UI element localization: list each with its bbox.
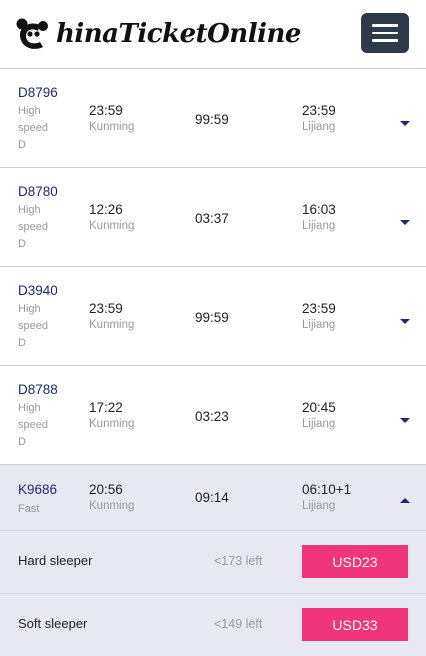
train-type: High speed D <box>18 303 48 349</box>
duration: 99:59 <box>195 310 229 325</box>
arrival-city: Lijiang <box>302 418 336 430</box>
duration: 03:23 <box>195 409 229 424</box>
train-row[interactable]: D8796 High speed D 23:59 Kunming 99:59 23:… <box>0 69 426 168</box>
train-number: D3940 <box>18 283 58 298</box>
arrival-city: Lijiang <box>302 319 336 331</box>
chevron-down-icon[interactable] <box>400 319 410 324</box>
departure-time: 23:59 <box>89 301 123 316</box>
departure: 12:26 Kunming <box>89 202 134 232</box>
seats-remaining: <149 left <box>214 617 263 631</box>
arrival-time: 06:10+1 <box>302 482 352 497</box>
arrival-time: 16:03 <box>302 202 336 217</box>
seat-class: Soft sleeper <box>18 616 88 631</box>
train-type: High speed D <box>18 204 48 250</box>
departure-time: 12:26 <box>89 202 123 217</box>
departure-time: 17:22 <box>89 400 123 415</box>
arrival-city: Lijiang <box>302 220 336 232</box>
chevron-down-icon[interactable] <box>400 121 410 126</box>
departure-city: Kunming <box>89 220 135 232</box>
train-type: High speed D <box>18 105 48 151</box>
price-button[interactable]: USD33 <box>302 608 408 641</box>
train-number: D8796 <box>18 85 58 100</box>
arrival: 23:59 Lijiang <box>302 301 336 331</box>
seat-class: Hard sleeper <box>18 553 93 568</box>
departure-city: Kunming <box>89 500 135 512</box>
arrival: 20:45 Lijiang <box>302 400 336 430</box>
train-row[interactable]: D3940 High speed D 23:59 Kunming 99:59 23:… <box>0 267 426 366</box>
site-header: hinaTicketOnline <box>0 0 426 69</box>
arrival-time: 23:59 <box>302 301 336 316</box>
arrival: 06:10+1 Lijiang <box>302 482 351 512</box>
departure: 20:56 Kunming <box>89 482 134 512</box>
arrival-city: Lijiang <box>302 500 336 512</box>
train-type: Fast <box>18 503 40 515</box>
departure-time: 23:59 <box>89 103 123 118</box>
price-button[interactable]: USD23 <box>302 545 408 578</box>
departure-city: Kunming <box>89 121 135 133</box>
seats-remaining: <173 left <box>214 554 263 568</box>
duration: 99:59 <box>195 112 229 127</box>
departure: 17:22 Kunming <box>89 400 134 430</box>
duration: 03:37 <box>195 211 229 226</box>
arrival: 16:03 Lijiang <box>302 202 336 232</box>
arrival: 23:59 Lijiang <box>302 103 336 133</box>
train-type: High speed D <box>18 402 48 448</box>
departure-city: Kunming <box>89 319 135 331</box>
arrival-time: 23:59 <box>302 103 336 118</box>
site-logo[interactable]: hinaTicketOnline <box>16 14 301 54</box>
train-number: D8780 <box>18 184 58 199</box>
arrival-time: 20:45 <box>302 400 336 415</box>
departure-city: Kunming <box>89 418 135 430</box>
train-row-expanded[interactable]: K9686 Fast 20:56 Kunming 09:14 06:10+1 L… <box>0 465 426 530</box>
train-number: K9686 <box>18 482 58 497</box>
arrival-city: Lijiang <box>302 121 336 133</box>
duration: 09:14 <box>195 490 229 505</box>
train-row[interactable]: D8788 High speed D 17:22 Kunming 03:23 20:… <box>0 366 426 465</box>
chevron-down-icon[interactable] <box>400 220 410 225</box>
train-number: D8788 <box>18 382 58 397</box>
seat-option: Soft sleeper <149 left USD33 <box>0 593 426 656</box>
menu-button[interactable] <box>361 13 409 53</box>
logo-text: hinaTicketOnline <box>56 19 301 49</box>
chevron-up-icon[interactable] <box>400 498 410 503</box>
seat-option: Hard sleeper <173 left USD23 <box>0 530 426 593</box>
departure: 23:59 Kunming <box>89 103 134 133</box>
chevron-down-icon[interactable] <box>400 418 410 423</box>
panda-icon <box>16 18 48 49</box>
departure-time: 20:56 <box>89 482 123 497</box>
departure: 23:59 Kunming <box>89 301 134 331</box>
train-row[interactable]: D8780 High speed D 12:26 Kunming 03:37 16:… <box>0 168 426 267</box>
hamburger-icon <box>372 24 398 27</box>
